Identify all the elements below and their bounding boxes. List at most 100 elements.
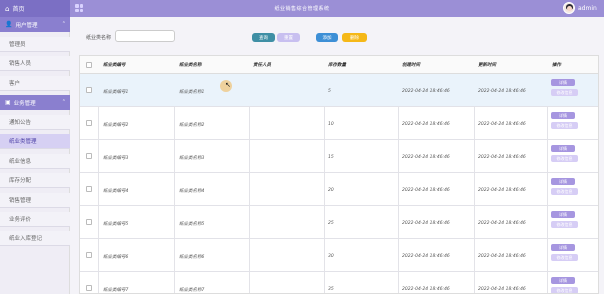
- table-row[interactable]: 纸业类编号7 纸业类名称7 35 2022-04-24 18:46:46 202…: [80, 272, 598, 293]
- sidebar-group-user-management[interactable]: 👤 用户管理 ⌃: [0, 17, 70, 32]
- cell-name: 纸业类名称6: [179, 255, 205, 260]
- sidebar: 👤 用户管理 ⌃ 管理员 销售人员 客户 ▣ 业务管理 ⌃ 通知公告 纸业类管理…: [0, 17, 70, 294]
- cell-qty: 5: [328, 89, 331, 94]
- cell-updated: 2022-04-24 18:46:46: [478, 122, 526, 127]
- row-checkbox[interactable]: [86, 153, 92, 159]
- column-header[interactable]: 创建时间: [402, 62, 420, 68]
- sidebar-item-sales-staff[interactable]: 销售人员: [0, 56, 70, 71]
- sidebar-item-admins[interactable]: 管理员: [0, 37, 70, 52]
- row-checkbox[interactable]: [86, 87, 92, 93]
- row-checkbox[interactable]: [86, 252, 92, 258]
- row-checkbox[interactable]: [86, 219, 92, 225]
- column-header[interactable]: 库存数量: [328, 62, 346, 68]
- cell-created: 2022-04-24 18:46:46: [402, 287, 450, 292]
- table-row[interactable]: 纸业类编号4 纸业类名称4 20 2022-04-24 18:46:46 202…: [80, 173, 598, 206]
- user-name[interactable]: admin: [578, 5, 597, 12]
- sidebar-item-customers[interactable]: 客户: [0, 76, 70, 91]
- select-all-checkbox[interactable]: [86, 62, 92, 68]
- table-row[interactable]: 纸业类编号3 纸业类名称3 15 2022-04-24 18:46:46 202…: [80, 140, 598, 173]
- cell-qty: 30: [328, 254, 334, 259]
- cell-id: 纸业类编号5: [103, 222, 129, 227]
- chevron-up-icon: ⌃: [61, 21, 66, 27]
- cell-id: 纸业类编号4: [103, 189, 129, 194]
- detail-button[interactable]: 详情: [551, 244, 575, 251]
- sidebar-item-notices[interactable]: 通知公告: [0, 115, 70, 130]
- cell-qty: 35: [328, 287, 334, 292]
- sidebar-group-business-management[interactable]: ▣ 业务管理 ⌃: [0, 95, 70, 110]
- sidebar-item-sales[interactable]: 销售管理: [0, 193, 70, 208]
- row-checkbox[interactable]: [86, 120, 92, 126]
- edit-button[interactable]: 修改信息: [551, 122, 578, 129]
- row-checkbox[interactable]: [86, 285, 92, 291]
- cursor-icon: ↖: [225, 81, 231, 89]
- cell-created: 2022-04-24 18:46:46: [402, 221, 450, 226]
- cell-updated: 2022-04-24 18:46:46: [478, 221, 526, 226]
- sidebar-item-paper-info[interactable]: 纸业信息: [0, 154, 70, 169]
- detail-button[interactable]: 详情: [551, 145, 575, 152]
- cell-id: 纸业类编号1: [103, 90, 129, 95]
- sidebar-item-stock-in[interactable]: 纸业入库登记: [0, 231, 70, 246]
- cell-updated: 2022-04-24 18:46:46: [478, 155, 526, 160]
- cell-id: 纸业类编号2: [103, 123, 129, 128]
- detail-button[interactable]: 详情: [551, 79, 575, 86]
- cell-qty: 15: [328, 155, 334, 160]
- cell-qty: 10: [328, 122, 334, 127]
- cell-id: 纸业类编号7: [103, 288, 129, 293]
- cell-qty: 25: [328, 221, 334, 226]
- avatar[interactable]: [563, 2, 575, 14]
- data-table: 纸业类编号 纸业类名称 责任人员 库存数量 创建时间 更新时间 操作 纸业类编号…: [79, 55, 599, 294]
- detail-button[interactable]: 详情: [551, 277, 575, 284]
- cell-created: 2022-04-24 18:46:46: [402, 188, 450, 193]
- detail-button[interactable]: 详情: [551, 178, 575, 185]
- table-row[interactable]: 纸业类编号2 纸业类名称2 10 2022-04-24 18:46:46 202…: [80, 107, 598, 140]
- add-button[interactable]: 添加: [316, 33, 338, 42]
- column-header[interactable]: 责任人员: [253, 62, 271, 68]
- row-checkbox[interactable]: [86, 186, 92, 192]
- app-title: 纸业销售综合管理系统: [274, 6, 330, 12]
- edit-button[interactable]: 修改信息: [551, 287, 578, 293]
- cell-created: 2022-04-24 18:46:46: [402, 89, 450, 94]
- edit-button[interactable]: 修改信息: [551, 155, 578, 162]
- cell-updated: 2022-04-24 18:46:46: [478, 254, 526, 259]
- cell-name: 纸业类名称7: [179, 288, 205, 293]
- column-header[interactable]: 更新时间: [478, 62, 496, 68]
- reset-button[interactable]: 重置: [277, 33, 300, 42]
- edit-button[interactable]: 修改信息: [551, 188, 578, 195]
- search-label: 纸业类名称: [86, 35, 112, 41]
- cell-updated: 2022-04-24 18:46:46: [478, 188, 526, 193]
- column-header[interactable]: 纸业类名称: [179, 62, 202, 68]
- table-row[interactable]: 纸业类编号6 纸业类名称6 30 2022-04-24 18:46:46 202…: [80, 239, 598, 272]
- users-icon: 👤: [5, 21, 13, 28]
- cell-id: 纸业类编号3: [103, 156, 129, 161]
- table-row[interactable]: 纸业类编号5 纸业类名称5 25 2022-04-24 18:46:46 202…: [80, 206, 598, 239]
- cell-name: 纸业类名称4: [179, 189, 205, 194]
- column-header: 操作: [552, 63, 561, 68]
- chevron-up-icon: ⌃: [61, 99, 66, 105]
- top-bar: ⌂ 首页 纸业销售综合管理系统 admin: [0, 0, 604, 17]
- edit-button[interactable]: 修改信息: [551, 221, 578, 228]
- cell-created: 2022-04-24 18:46:46: [402, 122, 450, 127]
- cell-name: 纸业类名称5: [179, 222, 205, 227]
- edit-button[interactable]: 修改信息: [551, 254, 578, 261]
- cell-created: 2022-04-24 18:46:46: [402, 254, 450, 259]
- search-input[interactable]: [115, 30, 175, 42]
- delete-button[interactable]: 删除: [342, 33, 367, 42]
- detail-button[interactable]: 详情: [551, 211, 575, 218]
- cell-name: 纸业类名称3: [179, 156, 205, 161]
- edit-button[interactable]: 修改信息: [551, 89, 578, 96]
- column-header[interactable]: 纸业类编号: [103, 62, 126, 68]
- cell-updated: 2022-04-24 18:46:46: [478, 287, 526, 292]
- table-row[interactable]: 纸业类编号1 纸业类名称1 5 2022-04-24 18:46:46 2022…: [80, 74, 598, 107]
- cell-created: 2022-04-24 18:46:46: [402, 155, 450, 160]
- search-button[interactable]: 查询: [252, 33, 275, 42]
- sidebar-item-paper-categories[interactable]: 纸业类管理: [0, 134, 70, 149]
- cell-updated: 2022-04-24 18:46:46: [478, 89, 526, 94]
- table-header: 纸业类编号 纸业类名称 责任人员 库存数量 创建时间 更新时间 操作: [80, 56, 598, 74]
- detail-button[interactable]: 详情: [551, 112, 575, 119]
- sidebar-item-inventory[interactable]: 库存分配: [0, 173, 70, 188]
- sidebar-group-label: 业务管理: [13, 100, 36, 107]
- sidebar-item-reviews[interactable]: 业务评价: [0, 212, 70, 227]
- sidebar-group-label: 用户管理: [15, 22, 38, 29]
- briefcase-icon: ▣: [5, 99, 11, 106]
- cell-name: 纸业类名称2: [179, 123, 205, 128]
